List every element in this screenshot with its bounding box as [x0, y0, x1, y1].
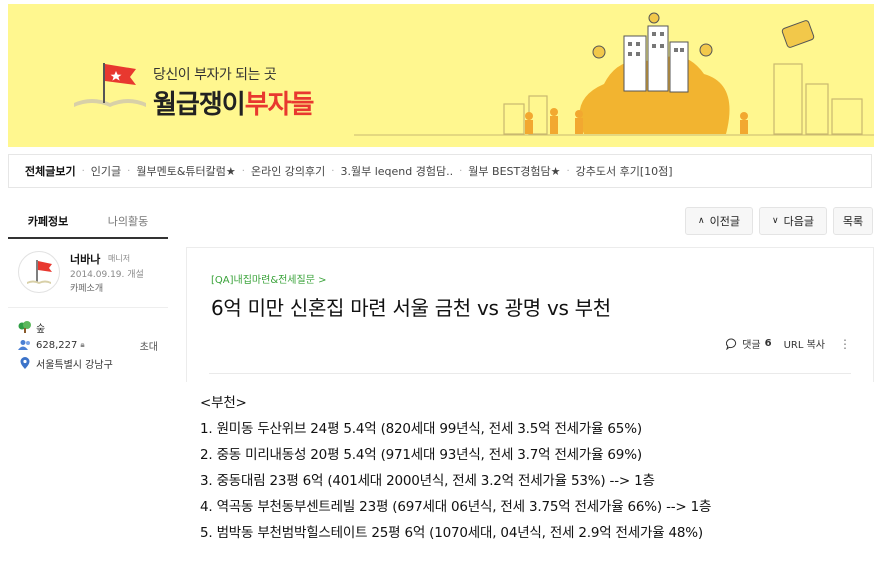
body-line: 3. 중동대림 23평 6억 (401세대 2000년식, 전세 3.2억 전세… [200, 473, 655, 489]
comment-icon [726, 337, 737, 350]
tab-my-activity[interactable]: 나의활동 [88, 207, 168, 237]
nav-separator: · [127, 165, 131, 177]
comment-button[interactable]: 댓글 6 [726, 336, 772, 351]
nav-separator: · [459, 165, 463, 177]
nav-book-review[interactable]: 강추도서 후기[10점] [576, 163, 673, 179]
banner-tagline: 당신이 부자가 되는 곳 [153, 67, 277, 83]
manager-name[interactable]: 너바나 [70, 251, 100, 267]
nav-online-review[interactable]: 온라인 강의후기 [251, 163, 325, 179]
article-tools: 댓글 6 URL 복사 ⋮ [726, 336, 851, 351]
body-line: 5. 범박동 부천범박힐스테이트 25평 6억 (1070세대, 04년식, 전… [200, 525, 703, 541]
comment-count: 6 [764, 338, 772, 349]
flag-book-logo-icon [74, 63, 146, 107]
sidebar-tabs: 카페정보 나의활동 [8, 207, 168, 239]
nav-separator: · [81, 165, 85, 177]
tab-cafe-info[interactable]: 카페정보 [8, 207, 88, 237]
comment-label: 댓글 [742, 340, 761, 351]
article-title: 6억 미만 신혼집 마련 서울 금천 vs 광명 vs 부천 [211, 296, 611, 320]
cafe-location: 서울특별시 강남구 [36, 359, 113, 371]
cafe-created-date: 2014.09.19. 개설 [70, 270, 144, 280]
prev-post-button[interactable]: ∧ 이전글 [685, 207, 753, 235]
city-illustration-icon [354, 12, 874, 136]
nav-separator: · [331, 165, 335, 177]
lock-icon: 🔒︎ [80, 340, 85, 349]
nav-popular[interactable]: 인기글 [91, 163, 121, 179]
header-divider [209, 373, 851, 374]
cafe-level: 숲 [36, 323, 46, 335]
nav-legend-story[interactable]: 3.월부 leqend 경험담.. [340, 163, 453, 179]
article-body: <부천> 1. 원미동 두산위브 24평 5.4억 (820세대 99년식, 전… [200, 390, 711, 546]
manager-profile: 너바나 매니저 2014.09.19. 개설 카페소개 [8, 239, 168, 308]
body-line: <부천> [200, 395, 247, 411]
nav-mentor-column[interactable]: 월부멘토&튜터칼럼★ [136, 163, 235, 179]
cafe-title-part2: 부자들 [244, 90, 315, 120]
cafe-title: 월급쟁이부자들 [153, 84, 315, 121]
cafe-title-part1: 월급쟁이 [153, 90, 246, 120]
invite-button[interactable]: 초대 [140, 338, 158, 353]
next-post-label: 다음글 [783, 215, 814, 228]
avatar[interactable] [18, 251, 60, 293]
url-copy-button[interactable]: URL 복사 [784, 336, 825, 351]
list-label: 목록 [842, 215, 864, 228]
tree-icon [18, 321, 32, 333]
members-icon [18, 339, 32, 351]
chevron-up-icon: ∧ [698, 216, 705, 226]
more-options-icon[interactable]: ⋮ [839, 337, 851, 351]
prev-post-label: 이전글 [709, 215, 740, 228]
body-line: 2. 중동 미리내동성 20평 5.4억 (971세대 93년식, 전세 3.7… [200, 447, 642, 463]
cafe-sidebar: 카페정보 나의활동 너바나 매니저 2014.09.19. 개설 카페소개 숲 … [8, 207, 168, 382]
flag-avatar-icon [27, 260, 52, 284]
cafe-level-row: 숲 [18, 318, 158, 336]
list-button[interactable]: 목록 [833, 207, 873, 235]
location-row: 서울특별시 강남구 [18, 354, 158, 372]
nav-best-story[interactable]: 월부 BEST경험담★ [468, 163, 560, 179]
member-count[interactable]: 628,227 [36, 340, 77, 351]
article-category-link[interactable]: [QA]내집마련&전세질문 > [211, 271, 326, 286]
cafe-intro-link[interactable]: 카페소개 [70, 281, 103, 294]
body-line: 4. 역곡동 부천동부센트레빌 23평 (697세대 06년식, 전세 3.75… [200, 499, 712, 515]
nav-all-posts[interactable]: 전체글보기 [25, 163, 76, 179]
board-menu-bar: 전체글보기 · 인기글 · 월부멘토&튜터칼럼★ · 온라인 강의후기 · 3.… [8, 154, 872, 188]
cafe-stats: 숲 628,227 🔒︎ 초대 서울특별시 강남구 [8, 308, 168, 382]
article-header: [QA]내집마련&전세질문 > 6억 미만 신혼집 마련 서울 금천 vs 광명… [186, 247, 874, 382]
cafe-banner[interactable]: 당신이 부자가 되는 곳 월급쟁이부자들 [8, 4, 874, 147]
chevron-down-icon: ∨ [772, 216, 779, 226]
nav-separator: · [241, 165, 245, 177]
location-pin-icon [18, 357, 32, 369]
member-count-row: 628,227 🔒︎ 초대 [18, 336, 158, 354]
manager-role-badge: 매니저 [108, 254, 131, 263]
body-line: 1. 원미동 두산위브 24평 5.4억 (820세대 99년식, 전세 3.5… [200, 421, 642, 437]
next-post-button[interactable]: ∨ 다음글 [759, 207, 827, 235]
nav-separator: · [566, 165, 570, 177]
